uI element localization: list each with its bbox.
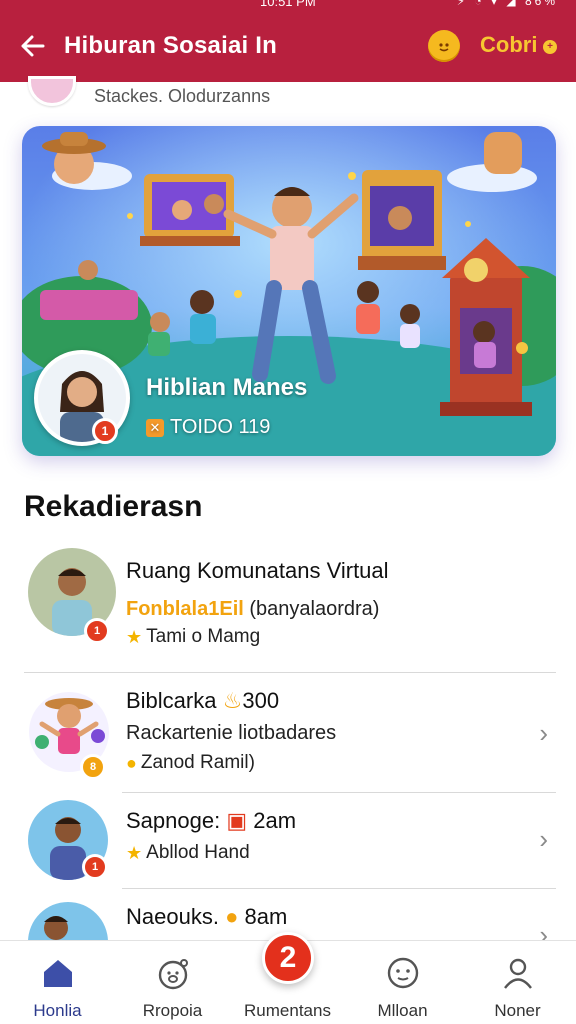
sub-header: Stackes. Olodurzanns (0, 76, 576, 116)
nav-label: Rumentans (244, 1001, 331, 1020)
nav-label: Honlia (33, 1001, 82, 1020)
nav-label: Mlloan (377, 1001, 428, 1020)
list-item-title: Biblcarka ♨300 (126, 688, 280, 713)
list-item-title: Naeouks. ● 8am (126, 904, 288, 929)
list-item-avatar (28, 902, 108, 940)
star-icon: ★ (126, 842, 143, 863)
nav-item-home[interactable]: Honlia (0, 941, 115, 1024)
divider (24, 672, 556, 673)
list-item[interactable]: 1 Sapnoge: ▣ 2am ★ Abllod Hand › (0, 794, 576, 890)
hero-avatar-badge: 1 (92, 418, 118, 444)
chevron-right-icon[interactable]: › (539, 920, 548, 940)
list-item-badge: 1 (82, 854, 108, 880)
list-item-title: Sapnoge: ▣ 2am (126, 808, 297, 833)
coin-face-button[interactable] (428, 30, 460, 62)
section-title: Rekadierasn (24, 490, 203, 523)
list-item-subtitle: Rackartenie liotbadares (126, 722, 337, 744)
nav-item-piggy[interactable]: Rropoia (115, 941, 230, 1024)
hero-meta-text: TOIDO 119 (170, 416, 271, 438)
list-item-meta: ★ Abllod Hand (126, 842, 250, 864)
chevron-right-icon[interactable]: › (539, 718, 548, 749)
list-item[interactable]: 8 Biblcarka ♨300 Rackartenie liotbadares… (0, 674, 576, 794)
nav-label: Rropoia (142, 1001, 203, 1020)
home-icon (44, 960, 72, 987)
divider (122, 888, 556, 889)
divider (122, 792, 556, 793)
list-item[interactable]: 1 Ruang Komunatans Virtual Fonblala1Eil … (0, 540, 576, 674)
user-icon (504, 958, 532, 989)
face-icon (387, 957, 419, 989)
coin-icon: ● (126, 752, 137, 773)
hero-meta: ✕ TOIDO 119 (146, 416, 270, 439)
avatar-image (28, 902, 108, 940)
hero-banner[interactable]: 1 Hiblian Manes ✕ TOIDO 119 (22, 126, 556, 456)
back-arrow-icon (21, 35, 45, 57)
flame-icon: ♨ (222, 688, 243, 713)
coin-add-badge[interactable]: + (543, 40, 557, 54)
nav-item-profile[interactable]: Noner (460, 941, 575, 1024)
coin-badge: 8 (80, 754, 106, 780)
pig-icon (158, 959, 188, 990)
subtitle-rest: (banyalaordra) (249, 598, 380, 620)
list-item-badge: 1 (84, 618, 110, 644)
tag-icon: ▣ (226, 808, 248, 833)
app-title: Hiburan Sosaiai In (64, 32, 277, 59)
app-bar: Hiburan Sosaiai In Cobri + (0, 10, 576, 82)
nav-item-emoji[interactable]: Mlloan (345, 941, 460, 1024)
chevron-right-icon[interactable]: › (539, 824, 548, 855)
status-time: 10:51 PM (260, 0, 316, 9)
star-icon: ★ (126, 626, 143, 647)
coin-face-icon (439, 43, 449, 52)
back-button[interactable] (0, 10, 64, 82)
nav-label: Noner (494, 1001, 541, 1020)
tag-icon: ✕ (146, 418, 164, 437)
sub-header-text: Stackes. Olodurzanns (94, 86, 271, 106)
meta-text: Tami o Mamg (146, 626, 261, 647)
status-bar: 10:51 PM ⚡ ◔ ▾ ◢ 86% (0, 0, 576, 10)
hero-title: Hiblian Manes (146, 374, 308, 401)
list-item-meta: ★ Tami o Mamg (126, 626, 260, 648)
center-fab-button[interactable]: 2 (262, 932, 314, 984)
highlight-text: Fonblala1Eil (126, 598, 244, 620)
list-item-subtitle: Fonblala1Eil (banyalaordra) (126, 598, 379, 621)
coin-icon: ● (225, 904, 239, 929)
list-item-title: Ruang Komunatans Virtual (126, 558, 389, 583)
list-item-meta: ● Zanod Ramil) (126, 752, 255, 774)
profile-avatar[interactable] (28, 76, 76, 106)
status-icons: ⚡ ◔ ▾ ◢ 86% (456, 0, 558, 8)
meta-text: Abllod Hand (146, 842, 250, 863)
coin-label[interactable]: Cobri (480, 32, 537, 58)
meta-text: Zanod Ramil) (140, 752, 255, 773)
